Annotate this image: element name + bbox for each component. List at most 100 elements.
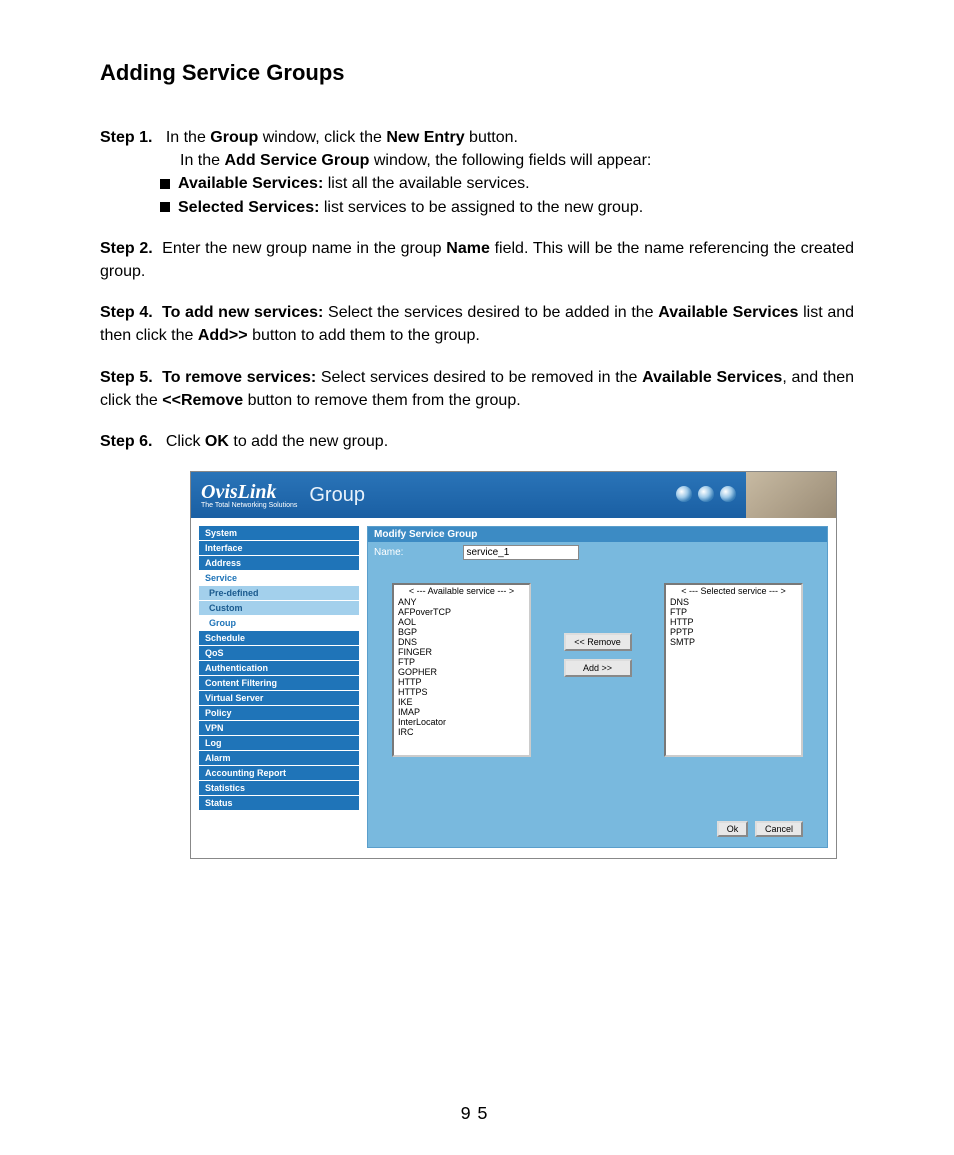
brand-tagline: The Total Networking Solutions (201, 502, 297, 509)
square-bullet-icon (160, 179, 170, 189)
available-service-list[interactable]: < --- Available service --- > ANY AFPove… (392, 583, 531, 757)
panel-title: Modify Service Group (368, 527, 827, 542)
bullet-text: list services to be assigned to the new … (319, 199, 643, 216)
embedded-screenshot: OvisLink The Total Networking Solutions … (190, 471, 837, 859)
globe-icons (676, 486, 736, 502)
kw-new-entry: New Entry (386, 129, 464, 146)
sidebar-item-interface[interactable]: Interface (199, 541, 359, 555)
sidebar-item-service[interactable]: Service (199, 571, 359, 585)
step-2: Step 2. Enter the new group name in the … (100, 237, 854, 283)
list-item[interactable]: BGP (394, 627, 529, 637)
step-label: Step 5. (100, 369, 153, 386)
cancel-button[interactable]: Cancel (755, 821, 803, 837)
text: In the (166, 129, 210, 146)
kw-name: Name (446, 240, 490, 257)
text: Click (166, 433, 205, 450)
list-item[interactable]: HTTPS (394, 687, 529, 697)
list-item[interactable]: HTTP (666, 617, 801, 627)
square-bullet-icon (160, 202, 170, 212)
globe-icon (676, 486, 692, 502)
step-label: Step 2. (100, 240, 153, 257)
kw: <<Remove (162, 392, 243, 409)
sidebar-item-alarm[interactable]: Alarm (199, 751, 359, 765)
text: In the (180, 152, 224, 169)
sidebar-sub-group[interactable]: Group (199, 616, 359, 630)
list-item[interactable]: IKE (394, 697, 529, 707)
list-item[interactable]: ANY (394, 597, 529, 607)
kw: Add>> (198, 327, 248, 344)
sidebar-item-schedule[interactable]: Schedule (199, 631, 359, 645)
kw: To add new services: (162, 304, 323, 321)
kw-group: Group (210, 129, 258, 146)
step-1: Step 1. In the Group window, click the N… (100, 126, 854, 219)
kw: Available Services (642, 369, 782, 386)
bullet-text: list all the available services. (323, 175, 529, 192)
list-item[interactable]: InterLocator (394, 717, 529, 727)
kw-ok: OK (205, 433, 229, 450)
list-item[interactable]: DNS (394, 637, 529, 647)
page-number: 95 (0, 1105, 954, 1125)
sidebar-item-policy[interactable]: Policy (199, 706, 359, 720)
list-item[interactable]: HTTP (394, 677, 529, 687)
sidebar-item-log[interactable]: Log (199, 736, 359, 750)
text: to add the new group. (229, 433, 388, 450)
kw-add-service-group: Add Service Group (224, 152, 369, 169)
selected-header: < --- Selected service --- > (666, 585, 801, 597)
selected-service-list[interactable]: < --- Selected service --- > DNS FTP HTT… (664, 583, 803, 757)
text: button to add them to the group. (248, 327, 480, 344)
list-item[interactable]: AOL (394, 617, 529, 627)
list-item[interactable]: DNS (666, 597, 801, 607)
sidebar-item-address[interactable]: Address (199, 556, 359, 570)
ok-button[interactable]: Ok (717, 821, 749, 837)
text: Enter the new group name in the group (162, 240, 446, 257)
sidebar: System Interface Address Service Pre-def… (191, 518, 367, 858)
bullet-selected: Selected Services: list services to be a… (100, 196, 854, 219)
app-header: OvisLink The Total Networking Solutions … (191, 472, 836, 518)
page-title: Adding Service Groups (100, 60, 854, 86)
list-item[interactable]: AFPoverTCP (394, 607, 529, 617)
add-button[interactable]: Add >> (564, 659, 632, 677)
list-item[interactable]: FINGER (394, 647, 529, 657)
list-item[interactable]: IRC (394, 727, 529, 737)
sidebar-sub-predefined[interactable]: Pre-defined (199, 586, 359, 600)
step-4: Step 4. To add new services: Select the … (100, 301, 854, 347)
sidebar-item-status[interactable]: Status (199, 796, 359, 810)
modify-service-group-panel: Modify Service Group Name: < --- Availab… (367, 526, 828, 848)
sidebar-item-vpn[interactable]: VPN (199, 721, 359, 735)
sidebar-item-authentication[interactable]: Authentication (199, 661, 359, 675)
list-item[interactable]: PPTP (666, 627, 801, 637)
remove-button[interactable]: << Remove (564, 633, 632, 651)
bullet-label: Available Services: (178, 175, 323, 192)
sidebar-item-content-filtering[interactable]: Content Filtering (199, 676, 359, 690)
sidebar-item-accounting-report[interactable]: Accounting Report (199, 766, 359, 780)
header-title: Group (309, 484, 365, 507)
step-label: Step 1. (100, 129, 152, 146)
text: button to remove them from the group. (243, 392, 520, 409)
list-item[interactable]: FTP (666, 607, 801, 617)
group-name-input[interactable] (463, 545, 579, 560)
list-item[interactable]: GOPHER (394, 667, 529, 677)
sidebar-item-statistics[interactable]: Statistics (199, 781, 359, 795)
text: window, click the (258, 129, 386, 146)
kw: To remove services: (162, 369, 316, 386)
sidebar-sub-custom[interactable]: Custom (199, 601, 359, 615)
header-photo (746, 472, 836, 518)
text: Select the services desired to be added … (323, 304, 658, 321)
sidebar-item-system[interactable]: System (199, 526, 359, 540)
step-5: Step 5. To remove services: Select servi… (100, 366, 854, 412)
list-item[interactable]: FTP (394, 657, 529, 667)
sidebar-item-qos[interactable]: QoS (199, 646, 359, 660)
list-item[interactable]: SMTP (666, 637, 801, 647)
sidebar-item-virtual-server[interactable]: Virtual Server (199, 691, 359, 705)
step-label: Step 4. (100, 304, 153, 321)
step-6: Step 6. Click OK to add the new group. (100, 430, 854, 453)
available-header: < --- Available service --- > (394, 585, 529, 597)
brand-name: OvisLink (201, 482, 297, 502)
list-item[interactable]: IMAP (394, 707, 529, 717)
step-label: Step 6. (100, 433, 152, 450)
bullet-label: Selected Services: (178, 199, 319, 216)
name-label: Name: (374, 547, 403, 558)
bullet-available: Available Services: list all the availab… (100, 172, 854, 195)
text: Select services desired to be removed in… (316, 369, 642, 386)
globe-icon (698, 486, 714, 502)
